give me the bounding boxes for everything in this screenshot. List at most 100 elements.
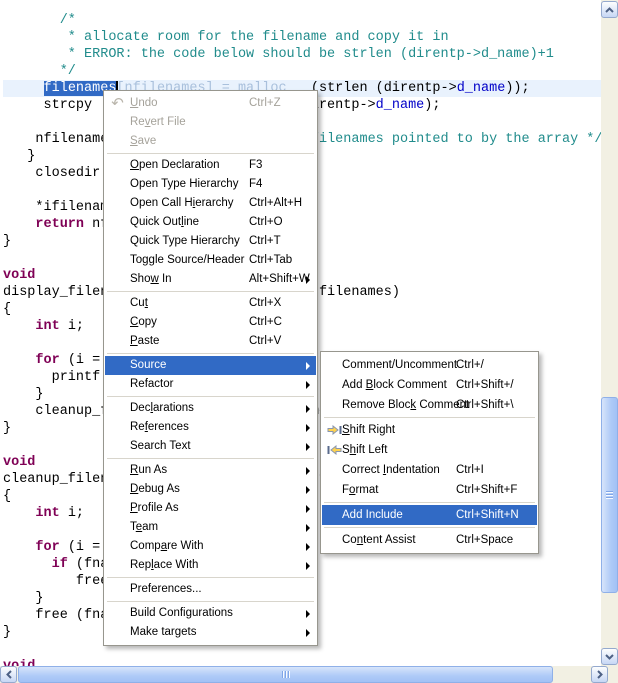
menu-item-label: Open Type Hierarchy bbox=[130, 178, 238, 190]
menu-item-shift-left[interactable]: Shift Left bbox=[322, 440, 537, 460]
vertical-scrollbar[interactable] bbox=[601, 0, 618, 666]
menu-item-label: Content Assist bbox=[342, 534, 416, 546]
scroll-left-icon bbox=[6, 670, 12, 679]
submenu-arrow-icon bbox=[306, 405, 310, 413]
menu-item-label: Paste bbox=[130, 335, 159, 347]
submenu-arrow-icon bbox=[306, 467, 310, 475]
scroll-up-icon bbox=[605, 7, 614, 13]
horizontal-scrollbar-thumb[interactable] bbox=[18, 666, 553, 683]
menu-item-build-configurations[interactable]: Build Configurations bbox=[105, 604, 316, 623]
code-line: */ bbox=[3, 63, 601, 80]
menu-item-source[interactable]: Source bbox=[105, 356, 316, 375]
code-text: { bbox=[3, 302, 11, 317]
menu-item-add-include[interactable]: Add IncludeCtrl+Shift+N bbox=[322, 505, 537, 525]
menu-item-label: Run As bbox=[130, 464, 167, 476]
menu-item-shortcut: Ctrl+Shift+/ bbox=[456, 375, 514, 395]
menu-item-quick-type-hierarchy[interactable]: Quick Type HierarchyCtrl+T bbox=[105, 232, 316, 251]
menu-item-shortcut: Ctrl+C bbox=[249, 313, 282, 332]
menu-item-label: References bbox=[130, 421, 189, 433]
menu-item-open-type-hierarchy[interactable]: Open Type Hierarchy F4 bbox=[105, 175, 316, 194]
menu-item-shortcut: F4 bbox=[249, 175, 262, 194]
code-text: } bbox=[3, 149, 35, 164]
menu-item-run-as[interactable]: Run As bbox=[105, 461, 316, 480]
menu-item-shortcut: Alt+Shift+W bbox=[249, 270, 310, 289]
menu-item-open-call-hierarchy[interactable]: Open Call HierarchyCtrl+Alt+H bbox=[105, 194, 316, 213]
menu-item-profile-as[interactable]: Profile As bbox=[105, 499, 316, 518]
menu-item-label: Make targets bbox=[130, 626, 196, 638]
menu-item-team[interactable]: Team bbox=[105, 518, 316, 537]
menu-item-add-block-comment[interactable]: Add Block CommentCtrl+Shift+/ bbox=[322, 375, 537, 395]
menu-item-paste[interactable]: PasteCtrl+V bbox=[105, 332, 316, 351]
menu-item-label: Revert File bbox=[130, 116, 186, 128]
submenu-arrow-icon bbox=[306, 610, 310, 618]
shift-left-icon bbox=[324, 440, 345, 460]
submenu-arrow-icon bbox=[306, 629, 310, 637]
menu-item-make-targets[interactable]: Make targets bbox=[105, 623, 316, 642]
code-text: d_name bbox=[457, 81, 506, 96]
code-text: } bbox=[3, 591, 44, 606]
menu-item-remove-block-comment[interactable]: Remove Block CommentCtrl+Shift+\ bbox=[322, 395, 537, 415]
menu-item-label: Debug As bbox=[130, 483, 180, 495]
code-text: * allocate room for the filename and cop… bbox=[3, 30, 449, 45]
code-text: )); bbox=[505, 81, 529, 96]
menu-item-debug-as[interactable]: Debug As bbox=[105, 480, 316, 499]
code-text: } bbox=[3, 421, 11, 436]
menu-item-refactor[interactable]: Refactor bbox=[105, 375, 316, 394]
scroll-left-button[interactable] bbox=[0, 666, 17, 683]
scroll-down-button[interactable] bbox=[601, 648, 618, 665]
menu-item-correct-indentation[interactable]: Correct IndentationCtrl+I bbox=[322, 460, 537, 480]
menu-item-label: Search Text bbox=[130, 440, 191, 452]
menu-item-shift-right[interactable]: Shift Right bbox=[322, 420, 537, 440]
code-line: /* bbox=[3, 12, 601, 29]
scroll-up-button[interactable] bbox=[601, 1, 618, 18]
menu-item-show-in[interactable]: Show In Alt+Shift+W bbox=[105, 270, 316, 289]
context-menu: ↶UndoCtrl+ZRevert FileSaveOpen Declarati… bbox=[103, 90, 318, 646]
vertical-scrollbar-thumb[interactable] bbox=[601, 397, 618, 593]
menu-item-shortcut: F3 bbox=[249, 156, 262, 175]
menu-item-references[interactable]: References bbox=[105, 418, 316, 437]
menu-item-label: Open Call Hierarchy bbox=[130, 197, 234, 209]
source-submenu: Comment/UncommentCtrl+/Add Block Comment… bbox=[320, 351, 539, 554]
menu-item-search-text[interactable]: Search Text bbox=[105, 437, 316, 456]
menu-item-content-assist[interactable]: Content Assist Ctrl+Space bbox=[322, 530, 537, 550]
menu-item-replace-with[interactable]: Replace With bbox=[105, 556, 316, 575]
horizontal-scrollbar[interactable] bbox=[0, 666, 608, 683]
menu-item-label: Show In bbox=[130, 273, 172, 285]
menu-item-label: Shift Right bbox=[342, 424, 395, 436]
scroll-down-icon bbox=[605, 654, 614, 660]
code-text: } bbox=[3, 234, 11, 249]
code-text bbox=[3, 217, 35, 232]
menu-item-toggle-source-header[interactable]: Toggle Source/HeaderCtrl+Tab bbox=[105, 251, 316, 270]
menu-item-label: Quick Type Hierarchy bbox=[130, 235, 240, 247]
menu-item-preferences[interactable]: Preferences... bbox=[105, 580, 316, 599]
scroll-right-button[interactable] bbox=[591, 666, 608, 683]
code-text: { bbox=[3, 489, 11, 504]
submenu-arrow-icon bbox=[306, 524, 310, 532]
menu-item-copy[interactable]: CopyCtrl+C bbox=[105, 313, 316, 332]
menu-item-label: Shift Left bbox=[342, 444, 387, 456]
menu-item-comment-uncomment[interactable]: Comment/UncommentCtrl+/ bbox=[322, 355, 537, 375]
code-text: i; bbox=[60, 319, 84, 334]
code-text: } bbox=[3, 387, 44, 402]
submenu-arrow-icon bbox=[306, 362, 310, 370]
submenu-arrow-icon bbox=[306, 505, 310, 513]
code-text: int bbox=[35, 506, 59, 521]
menu-item-shortcut: Ctrl+Z bbox=[249, 94, 281, 113]
menu-item-cut[interactable]: CutCtrl+X bbox=[105, 294, 316, 313]
menu-item-format[interactable]: FormatCtrl+Shift+F bbox=[322, 480, 537, 500]
code-text bbox=[3, 506, 35, 521]
menu-item-label: Save bbox=[130, 135, 156, 147]
menu-item-compare-with[interactable]: Compare With bbox=[105, 537, 316, 556]
menu-item-declarations[interactable]: Declarations bbox=[105, 399, 316, 418]
menu-item-shortcut: Ctrl+Tab bbox=[249, 251, 292, 270]
menu-item-save: Save bbox=[105, 132, 316, 151]
menu-item-label: Refactor bbox=[130, 378, 173, 390]
code-text bbox=[3, 353, 35, 368]
code-text: void bbox=[3, 659, 35, 666]
menu-item-quick-outline[interactable]: Quick OutlineCtrl+O bbox=[105, 213, 316, 232]
menu-item-shortcut: Ctrl+Space bbox=[456, 530, 513, 550]
menu-item-label: Source bbox=[130, 359, 166, 371]
menu-item-open-declaration[interactable]: Open DeclarationF3 bbox=[105, 156, 316, 175]
shift-right-icon bbox=[324, 420, 345, 440]
code-line: * ERROR: the code below should be strlen… bbox=[3, 46, 601, 63]
